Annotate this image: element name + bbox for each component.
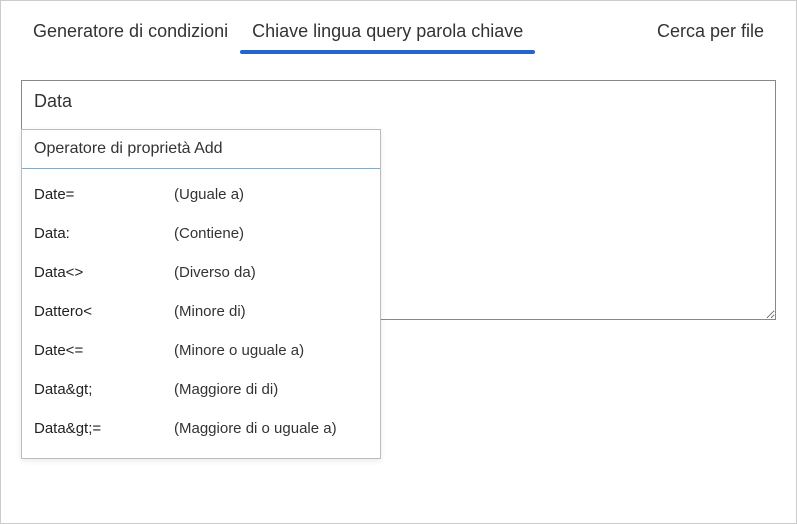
operator-name: Dattero<: [34, 303, 174, 320]
dropdown-item-equals[interactable]: Date= (Uguale a): [22, 175, 380, 214]
tab-search-by-file[interactable]: Cerca per file: [645, 13, 776, 52]
tabs-bar: Generatore di condizioni Chiave lingua q…: [1, 1, 796, 52]
operator-name: Date<=: [34, 342, 174, 359]
operator-name: Data:: [34, 225, 174, 242]
operator-desc: (Uguale a): [174, 186, 244, 203]
operator-name: Date=: [34, 186, 174, 203]
tab-condition-generator[interactable]: Generatore di condizioni: [21, 13, 240, 52]
dropdown-item-less-than[interactable]: Dattero< (Minore di): [22, 292, 380, 331]
tab-keyword-query-language[interactable]: Chiave lingua query parola chiave: [240, 13, 535, 52]
dropdown-item-less-equal[interactable]: Date<= (Minore o uguale a): [22, 331, 380, 370]
operator-name: Data&gt;: [34, 381, 174, 398]
operator-desc: (Diverso da): [174, 264, 256, 281]
query-value: Data: [34, 91, 72, 111]
dropdown-item-greater-than[interactable]: Data&gt; (Maggiore di di): [22, 370, 380, 409]
dropdown-item-contains[interactable]: Data: (Contiene): [22, 214, 380, 253]
operator-desc: (Maggiore di o uguale a): [174, 420, 337, 437]
operator-desc: (Minore di): [174, 303, 246, 320]
operator-name: Data<>: [34, 264, 174, 281]
operator-desc: (Minore o uguale a): [174, 342, 304, 359]
operator-name: Data&gt;=: [34, 420, 174, 437]
dropdown-item-not-equals[interactable]: Data<> (Diverso da): [22, 253, 380, 292]
operator-desc: (Contiene): [174, 225, 244, 242]
dropdown-item-greater-equal[interactable]: Data&gt;= (Maggiore di o uguale a): [22, 409, 380, 448]
property-operator-dropdown: Operatore di proprietà Add Date= (Uguale…: [21, 129, 381, 459]
dropdown-header: Operatore di proprietà Add: [22, 130, 380, 169]
operator-desc: (Maggiore di di): [174, 381, 278, 398]
dropdown-list: Date= (Uguale a) Data: (Contiene) Data<>…: [22, 169, 380, 458]
